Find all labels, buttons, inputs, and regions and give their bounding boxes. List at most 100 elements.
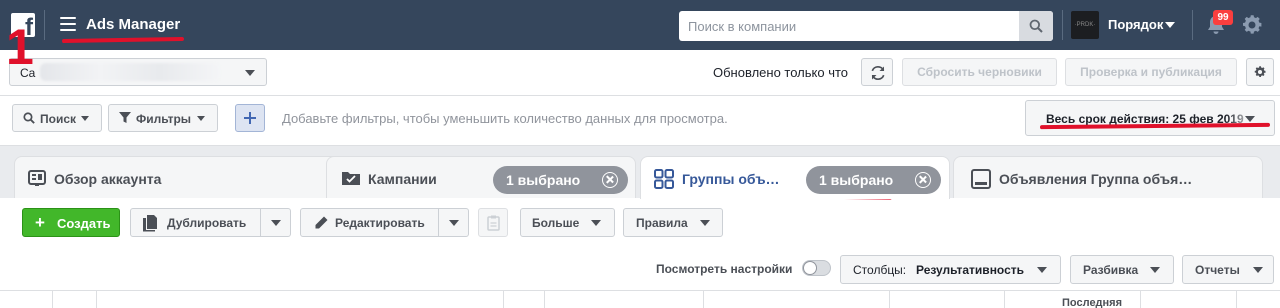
breakdown-label: Разбивка <box>1083 263 1139 277</box>
app-title[interactable]: Ads Manager <box>86 16 180 33</box>
reports-button[interactable]: Отчеты <box>1182 255 1274 284</box>
more-label: Больше <box>532 216 580 230</box>
search-filter-button[interactable]: Поиск <box>12 104 102 132</box>
table-header: Последняя <box>0 290 1280 308</box>
duplicate-label: Дублировать <box>167 216 247 230</box>
tab-campaigns-label: Кампании <box>368 171 437 187</box>
tab-ads[interactable]: Объявления Группа объя… <box>953 156 1263 198</box>
notification-badge: 99 <box>1213 10 1233 25</box>
campaign-panel: + Создать Дублировать Редактировать Боль… <box>0 198 1280 308</box>
chevron-down-icon <box>1253 267 1263 273</box>
business-search <box>679 11 1053 41</box>
last-updated-text: Обновлено только что <box>713 65 849 80</box>
plus-icon: + <box>35 213 45 232</box>
column-divider <box>52 291 53 308</box>
divider <box>1192 10 1193 40</box>
create-button[interactable]: + Создать <box>22 208 120 237</box>
tab-campaigns[interactable]: Кампании 1 выбрано <box>326 156 636 198</box>
edit-button[interactable]: Редактировать <box>300 208 469 237</box>
clipboard-button[interactable] <box>478 208 508 237</box>
tab-account-overview-label: Обзор аккаунта <box>54 171 162 187</box>
refresh-button[interactable] <box>861 58 893 86</box>
column-divider <box>703 291 704 308</box>
column-divider <box>544 291 545 308</box>
column-divider <box>1004 291 1005 308</box>
edit-label: Редактировать <box>335 216 425 230</box>
funnel-icon <box>119 112 131 123</box>
level-tabs: Обзор аккаунта Кампании 1 выбрано Группы… <box>0 146 1280 199</box>
chevron-down-icon <box>1037 267 1047 273</box>
chevron-down-icon <box>449 220 459 226</box>
search-button[interactable] <box>1019 11 1053 41</box>
grid-icon <box>654 169 674 189</box>
tab-ads-label: Объявления Группа объя… <box>999 171 1193 187</box>
review-publish-button[interactable]: Проверка и публикация <box>1065 58 1237 86</box>
column-divider <box>1140 291 1141 308</box>
search-icon <box>1029 19 1043 33</box>
chevron-down-icon <box>197 116 205 121</box>
chevron-down-icon <box>1150 267 1160 273</box>
column-divider <box>1236 291 1237 308</box>
discard-drafts-button[interactable]: Сбросить черновики <box>902 58 1057 86</box>
chevron-down-icon[interactable] <box>1165 22 1175 28</box>
filters-button[interactable]: Фильтры <box>108 104 218 132</box>
gear-icon[interactable] <box>1240 13 1264 37</box>
settings-button[interactable] <box>1246 58 1274 86</box>
duplicate-menu-toggle[interactable] <box>260 209 290 236</box>
column-divider <box>96 291 97 308</box>
view-settings-label: Посмотреть настройки <box>656 262 793 276</box>
breakdown-button[interactable]: Разбивка <box>1070 255 1174 284</box>
pencil-icon <box>315 216 328 229</box>
campaigns-selected-chip[interactable]: 1 выбрано <box>493 166 628 194</box>
column-divider <box>889 291 890 308</box>
column-header-text: Последняя <box>1062 297 1123 308</box>
chevron-down-icon <box>81 116 89 121</box>
campaigns-selected-count: 1 выбрано <box>506 172 581 188</box>
rules-button[interactable]: Правила <box>623 208 723 237</box>
plus-icon <box>249 112 251 124</box>
create-label: Создать <box>57 216 111 231</box>
tab-adsets-label: Группы объ… <box>682 171 780 187</box>
adsets-selected-chip[interactable]: 1 выбрано <box>806 166 941 194</box>
search-icon <box>23 112 35 124</box>
hamburger-menu-icon[interactable] <box>60 17 76 31</box>
filter-hint: Добавьте фильтры, чтобы уменьшить количе… <box>282 111 728 126</box>
chevron-down-icon <box>245 70 255 76</box>
filters-label: Фильтры <box>136 112 192 126</box>
date-range-selector[interactable]: Весь срок действия: 25 фев 2019 <box>1025 100 1275 136</box>
search-filter-label: Поиск <box>40 112 77 126</box>
account-selector[interactable]: Ca <box>9 58 267 86</box>
more-button[interactable]: Больше <box>520 208 615 237</box>
account-name-redacted <box>40 63 220 81</box>
close-circle-icon[interactable] <box>915 172 931 188</box>
annotation-step-number: 1 <box>6 19 34 75</box>
tab-adsets[interactable]: Группы объ… 1 выбрано <box>640 156 950 199</box>
columns-button[interactable]: Столбцы: Результативность <box>840 255 1061 284</box>
chevron-down-icon <box>700 220 710 226</box>
add-filter-button[interactable] <box>235 104 265 132</box>
business-avatar[interactable]: ·PRDK· <box>1071 11 1099 39</box>
business-search-input[interactable] <box>679 11 1019 41</box>
business-name[interactable]: Порядок <box>1108 17 1163 32</box>
chevron-down-icon <box>271 220 281 226</box>
rules-label: Правила <box>636 216 688 230</box>
columns-value: Результативность <box>916 263 1025 277</box>
divider <box>44 10 45 40</box>
tab-account-overview[interactable]: Обзор аккаунта <box>14 156 349 198</box>
folder-icon <box>342 172 360 185</box>
adsets-selected-count: 1 выбрано <box>819 172 894 188</box>
account-toolbar: Ca Обновлено только что Сбросить чернови… <box>0 50 1280 96</box>
top-navigation-bar: f Ads Manager ·PRDK· Порядок 99 <box>0 0 1280 50</box>
gear-icon <box>1254 66 1266 78</box>
filter-bar: Поиск Фильтры Добавьте фильтры, чтобы ум… <box>0 96 1280 146</box>
duplicate-button[interactable]: Дублировать <box>130 208 291 237</box>
dashboard-icon <box>28 170 46 186</box>
edit-menu-toggle[interactable] <box>438 209 468 236</box>
reports-label: Отчеты <box>1195 263 1240 277</box>
ad-icon <box>971 169 991 189</box>
close-circle-icon[interactable] <box>602 172 618 188</box>
clipboard-icon <box>487 215 500 231</box>
refresh-icon <box>871 65 885 81</box>
columns-prefix: Столбцы: <box>853 263 907 277</box>
view-settings-toggle[interactable] <box>802 260 831 276</box>
